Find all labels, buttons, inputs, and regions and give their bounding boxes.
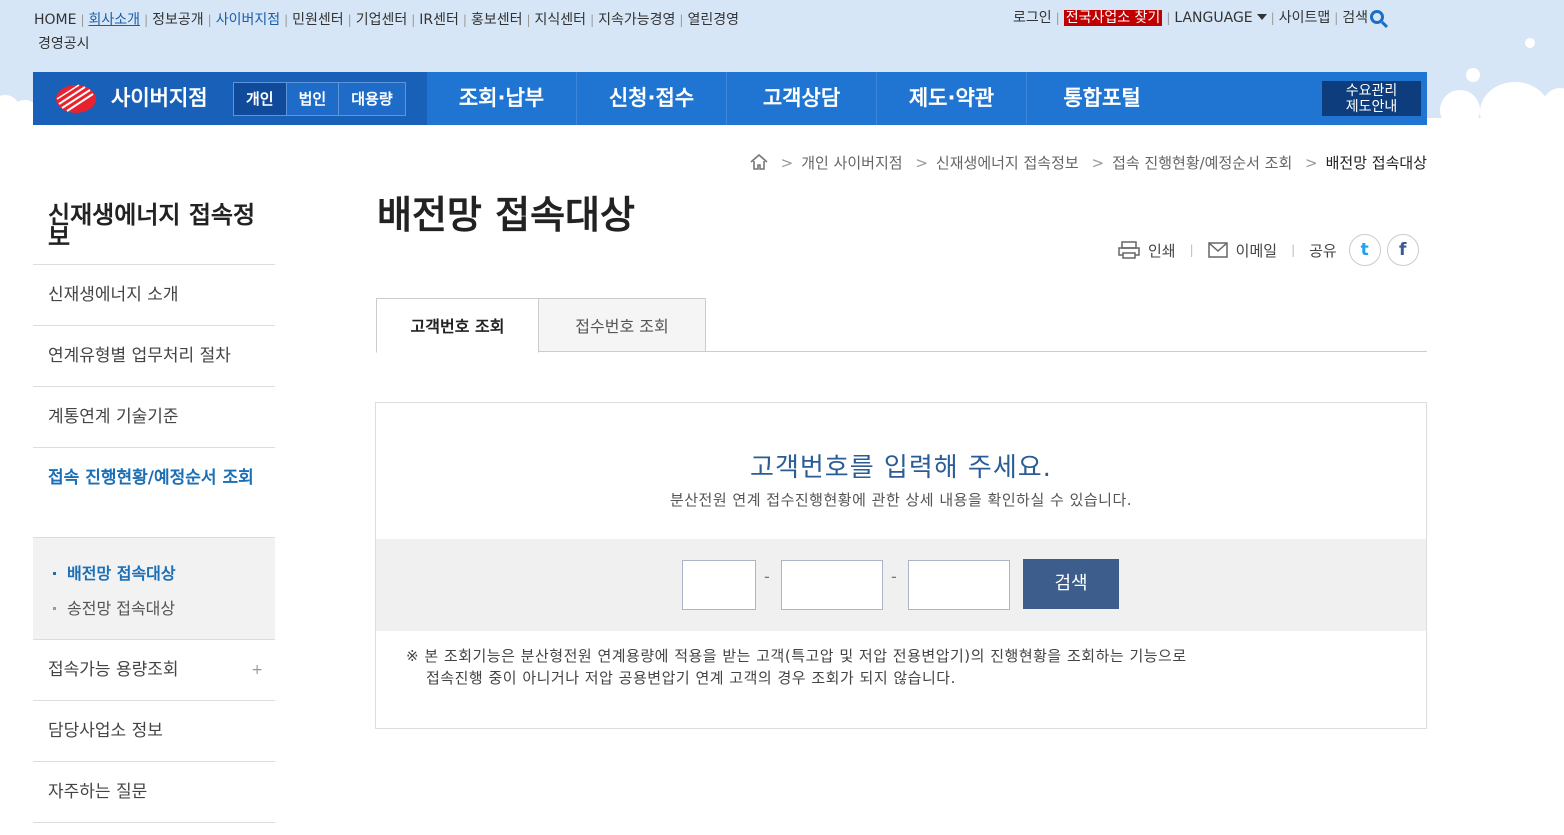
main-menu: 조회·납부 신청·접수 고객상담 제도·약관 통합포털 xyxy=(427,72,1177,125)
side-nav-item[interactable]: 자주하는 질문 xyxy=(33,762,275,823)
util-link-sustainability[interactable]: 지속가능경영 xyxy=(598,12,675,28)
segment-large[interactable]: 대용량 xyxy=(339,83,405,115)
breadcrumb-item[interactable]: 접속 진행현황/예정순서 조회 xyxy=(1112,154,1292,172)
twitter-icon[interactable]: t xyxy=(1348,234,1381,266)
facebook-icon[interactable]: f xyxy=(1386,234,1419,266)
side-nav-item-active[interactable]: 접속 진행현황/예정순서 조회 xyxy=(33,448,275,538)
menu-customer-service[interactable]: 고객상담 xyxy=(727,72,877,125)
home-icon[interactable] xyxy=(750,154,768,170)
snow-dot xyxy=(1466,68,1480,82)
lookup-form: 고객번호를 입력해 주세요. 분산전원 연계 접수진행현황에 관한 상세 내용을… xyxy=(375,402,1427,729)
customer-type-switch: 개인 법인 대용량 xyxy=(233,82,406,116)
customer-number-part1-input[interactable] xyxy=(682,560,756,610)
brand-area: 사이버지점 개인 법인 대용량 xyxy=(33,72,427,125)
utility-nav-right: 로그인 | 전국사업소 찾기 | LANGUAGE | 사이트맵 | 검색 xyxy=(1013,8,1385,28)
menu-application[interactable]: 신청·접수 xyxy=(577,72,727,125)
util-link-ir[interactable]: IR센터 xyxy=(419,12,459,28)
tab-receipt-number[interactable]: 접수번호 조회 xyxy=(539,298,706,352)
find-office-link[interactable]: 전국사업소 찾기 xyxy=(1063,10,1163,26)
segment-personal[interactable]: 개인 xyxy=(234,83,287,115)
search-link[interactable]: 검색 xyxy=(1342,10,1385,26)
breadcrumb-item[interactable]: 신재생에너지 접속정보 xyxy=(936,154,1079,172)
util-link-cyber-branch[interactable]: 사이버지점 xyxy=(216,12,280,28)
form-description: 분산전원 연계 접수진행현황에 관한 상세 내용을 확인하실 수 있습니다. xyxy=(669,491,1133,509)
side-nav-item[interactable]: 연계유형별 업무처리 절차 xyxy=(33,326,275,387)
print-icon xyxy=(1118,241,1140,259)
side-nav-submenu: 배전망 접속대상 송전망 접속대상 xyxy=(33,538,275,640)
brand-name[interactable]: 사이버지점 xyxy=(111,85,208,111)
breadcrumb: > 개인 사이버지점 > 신재생에너지 접속정보 > 접속 진행현황/예정순서 조회 … xyxy=(750,152,1427,173)
util-link-disclosure[interactable]: 정보공개 xyxy=(152,12,204,28)
print-button[interactable]: 인쇄 xyxy=(1118,240,1176,261)
snow-dot xyxy=(1440,90,1480,130)
side-nav-item[interactable]: 신재생에너지 소개 xyxy=(33,265,275,326)
customer-number-part2-input[interactable] xyxy=(781,560,883,610)
sitemap-link[interactable]: 사이트맵 xyxy=(1279,10,1331,26)
mail-icon xyxy=(1207,242,1228,258)
tab-customer-number[interactable]: 고객번호 조회 xyxy=(376,298,539,353)
customer-number-part3-input[interactable] xyxy=(908,560,1010,610)
side-nav-sub-item[interactable]: 송전망 접속대상 xyxy=(53,591,255,626)
menu-terms[interactable]: 제도·약관 xyxy=(877,72,1027,125)
search-button[interactable]: 검색 xyxy=(1023,559,1119,609)
lookup-tabs: 고객번호 조회 접수번호 조회 xyxy=(376,298,1427,353)
side-nav-sub-item-active[interactable]: 배전망 접속대상 xyxy=(53,556,255,591)
side-nav-item-expandable[interactable]: 접속가능 용량조회 + xyxy=(33,640,275,701)
side-nav-title: 신재생에너지 접속정보 xyxy=(33,200,275,265)
plus-icon: + xyxy=(251,662,263,678)
utility-nav-left: HOME | 회사소개 | 정보공개 | 사이버지점 | 민원센터 | 기업센터 | IR센터 | 홍보센터… xyxy=(34,12,739,52)
util-link-company[interactable]: 회사소개 xyxy=(89,12,141,28)
util-link-civil[interactable]: 민원센터 xyxy=(292,12,344,28)
side-nav: 신재생에너지 접속정보 신재생에너지 소개 연계유형별 업무처리 절차 계통연계… xyxy=(33,200,275,823)
customer-number-row: - - 검색 xyxy=(376,539,1426,631)
util-link-knowledge[interactable]: 지식센터 xyxy=(535,12,587,28)
share-toolbar: 인쇄 | 이메일 | 공유 t f xyxy=(1118,234,1419,266)
kepco-logo-icon xyxy=(56,84,96,113)
util-link-pr[interactable]: 홍보센터 xyxy=(471,12,523,28)
caret-down-icon xyxy=(1256,14,1267,20)
language-dropdown[interactable]: LANGUAGE xyxy=(1174,10,1267,26)
email-button[interactable]: 이메일 xyxy=(1207,240,1277,261)
global-nav: 사이버지점 개인 법인 대용량 조회·납부 신청·접수 고객상담 제도·약관 통… xyxy=(33,72,1427,125)
breadcrumb-current: 배전망 접속대상 xyxy=(1325,154,1427,172)
page-title: 배전망 접속대상 xyxy=(377,193,635,237)
search-icon xyxy=(1370,10,1385,24)
side-nav-item[interactable]: 담당사업소 정보 xyxy=(33,701,275,762)
breadcrumb-item[interactable]: 개인 사이버지점 xyxy=(801,154,902,172)
menu-portal[interactable]: 통합포털 xyxy=(1027,72,1177,125)
login-link[interactable]: 로그인 xyxy=(1013,10,1052,26)
util-link-home[interactable]: HOME xyxy=(34,12,76,28)
menu-inquiry-payment[interactable]: 조회·납부 xyxy=(427,72,577,125)
util-link-enterprise[interactable]: 기업센터 xyxy=(356,12,408,28)
share-label: 공유 xyxy=(1309,241,1337,260)
util-link-open-management[interactable]: 열린경영 xyxy=(687,12,739,28)
demand-management-button[interactable]: 수요관리 제도안내 xyxy=(1322,81,1421,116)
snow-dot xyxy=(1525,38,1535,48)
notice-text: ※ 본 조회기능은 분산형전원 연계용량에 적용을 받는 고객(특고압 및 저압… xyxy=(406,647,1187,687)
segment-corporate[interactable]: 법인 xyxy=(286,83,340,115)
side-nav-item[interactable]: 계통연계 기술기준 xyxy=(33,387,275,448)
util-link-management-disclosure[interactable]: 경영공시 xyxy=(38,36,90,52)
form-heading: 고객번호를 입력해 주세요. xyxy=(750,453,1052,483)
